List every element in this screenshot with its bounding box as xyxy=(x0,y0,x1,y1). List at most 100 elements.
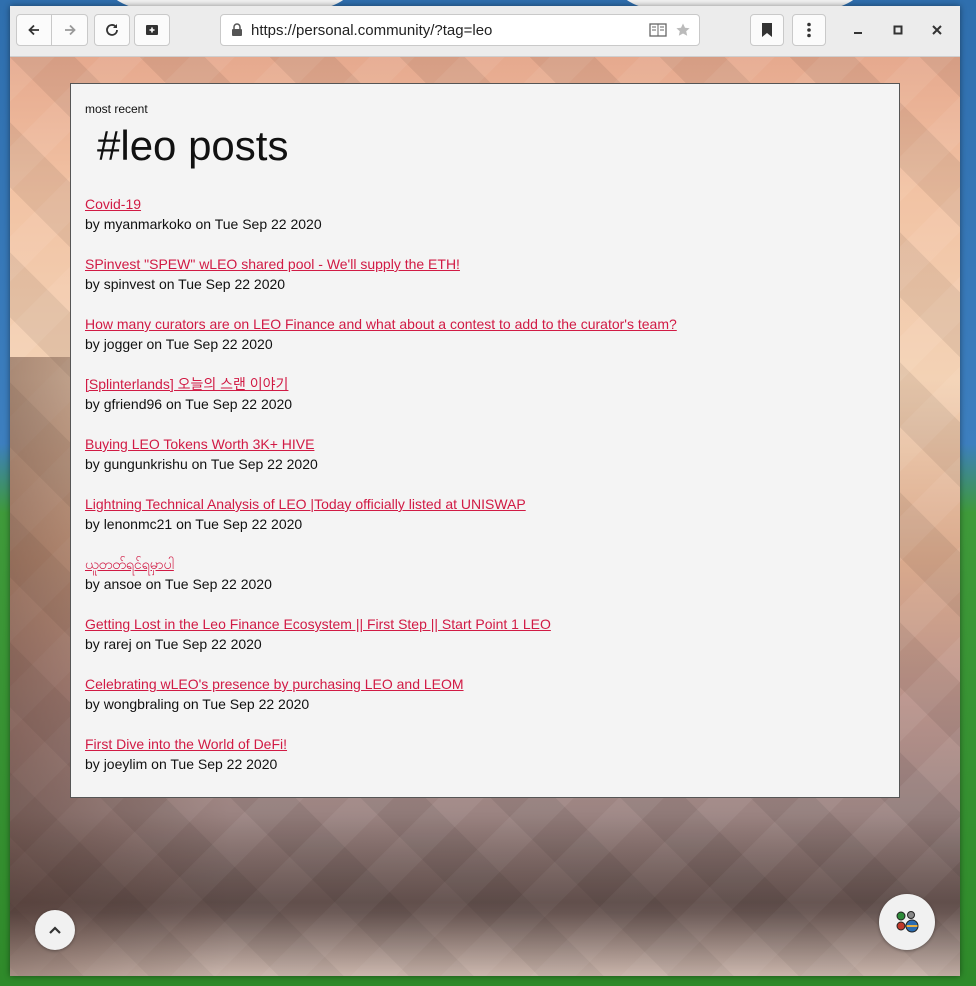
by-label: by xyxy=(85,456,100,472)
by-label: by xyxy=(85,756,100,772)
post-author: gfriend96 xyxy=(103,396,163,412)
post-author: gungunkrishu xyxy=(103,456,188,472)
post-title-link[interactable]: First Dive into the World of DeFi! xyxy=(85,734,287,754)
post-meta: by spinvest on Tue Sep 22 2020 xyxy=(85,274,885,294)
forward-button[interactable] xyxy=(52,14,88,46)
post-list: Covid-19 by myanmarkoko on Tue Sep 22 20… xyxy=(85,194,885,774)
post-title-link[interactable]: [Splinterlands] 오늘의 스랜 이야기 xyxy=(85,374,288,394)
list-item: ယူတတ်ရင်ရမှာပါ by ansoe on Tue Sep 22 20… xyxy=(85,554,885,594)
post-author: lenonmc21 xyxy=(103,516,173,532)
on-label: on xyxy=(135,636,152,652)
by-label: by xyxy=(85,276,100,292)
app-launcher-button[interactable] xyxy=(879,894,935,950)
post-author: jogger xyxy=(103,336,143,352)
lock-icon xyxy=(232,23,242,36)
post-title-link[interactable]: SPinvest "SPEW" wLEO shared pool - We'll… xyxy=(85,254,460,274)
minimize-button[interactable] xyxy=(846,18,870,42)
post-meta: by ansoe on Tue Sep 22 2020 xyxy=(85,574,885,594)
post-title-link[interactable]: Celebrating wLEO's presence by purchasin… xyxy=(85,674,464,694)
list-item: Celebrating wLEO's presence by purchasin… xyxy=(85,674,885,714)
close-button[interactable] xyxy=(925,18,949,42)
browser-window: https://personal.community/?tag=leo most… xyxy=(10,6,960,976)
post-date: Tue Sep 22 2020 xyxy=(214,216,322,232)
post-meta: by rarej on Tue Sep 22 2020 xyxy=(85,634,885,654)
post-title-link[interactable]: How many curators are on LEO Finance and… xyxy=(85,314,677,334)
post-author: ansoe xyxy=(103,576,142,592)
on-label: on xyxy=(191,456,208,472)
on-label: on xyxy=(158,276,175,292)
post-author: wongbraling xyxy=(103,696,180,712)
menu-button[interactable] xyxy=(792,14,826,46)
list-item: [Splinterlands] 오늘의 스랜 이야기 by gfriend96 … xyxy=(85,374,885,414)
page-subtitle: most recent xyxy=(85,102,148,116)
post-meta: by gungunkrishu on Tue Sep 22 2020 xyxy=(85,454,885,474)
app-logo-icon xyxy=(896,911,919,933)
post-title-link[interactable]: Getting Lost in the Leo Finance Ecosyste… xyxy=(85,614,551,634)
close-icon xyxy=(932,25,942,35)
on-label: on xyxy=(145,576,162,592)
post-date: Tue Sep 22 2020 xyxy=(185,396,293,412)
posts-card: most recent #leo posts Covid-19 by myanm… xyxy=(70,83,900,798)
on-label: on xyxy=(151,756,167,772)
list-item: SPinvest "SPEW" wLEO shared pool - We'll… xyxy=(85,254,885,294)
kebab-menu-icon xyxy=(807,22,811,38)
by-label: by xyxy=(85,636,100,652)
post-author: spinvest xyxy=(103,276,156,292)
post-title-link[interactable]: Lightning Technical Analysis of LEO |Tod… xyxy=(85,494,526,514)
post-title-link[interactable]: Covid-19 xyxy=(85,194,141,214)
post-date: Tue Sep 22 2020 xyxy=(178,276,286,292)
reload-button[interactable] xyxy=(94,14,130,46)
post-date: Tue Sep 22 2020 xyxy=(210,456,318,472)
post-author: joeylim xyxy=(103,756,148,772)
maximize-button[interactable] xyxy=(886,18,910,42)
reload-icon xyxy=(106,24,118,36)
bookmark-icon xyxy=(762,23,772,37)
on-label: on xyxy=(195,216,212,232)
by-label: by xyxy=(85,216,100,232)
post-date: Tue Sep 22 2020 xyxy=(170,756,278,772)
arrow-right-icon xyxy=(64,24,76,36)
minimize-icon xyxy=(854,32,862,34)
post-date: Tue Sep 22 2020 xyxy=(164,576,272,592)
background-shade xyxy=(10,817,960,976)
url-text[interactable]: https://personal.community/?tag=leo xyxy=(251,22,492,39)
new-tab-button[interactable] xyxy=(134,14,170,46)
post-meta: by gfriend96 on Tue Sep 22 2020 xyxy=(85,394,885,414)
post-date: Tue Sep 22 2020 xyxy=(165,336,273,352)
page-title: #leo posts xyxy=(97,122,289,169)
post-date: Tue Sep 22 2020 xyxy=(202,696,310,712)
add-tab-icon xyxy=(146,25,158,35)
list-item: Covid-19 by myanmarkoko on Tue Sep 22 20… xyxy=(85,194,885,234)
post-title-link[interactable]: ယူတတ်ရင်ရမှာပါ xyxy=(85,554,174,574)
on-label: on xyxy=(183,696,199,712)
browser-toolbar: https://personal.community/?tag=leo xyxy=(10,6,960,57)
on-label: on xyxy=(146,336,163,352)
arrow-left-icon xyxy=(28,24,39,36)
post-meta: by lenonmc21 on Tue Sep 22 2020 xyxy=(85,514,885,534)
list-item: How many curators are on LEO Finance and… xyxy=(85,314,885,354)
post-author: myanmarkoko xyxy=(103,216,192,232)
post-meta: by jogger on Tue Sep 22 2020 xyxy=(85,334,885,354)
on-label: on xyxy=(176,516,192,532)
by-label: by xyxy=(85,336,100,352)
post-title-link[interactable]: Buying LEO Tokens Worth 3K+ HIVE xyxy=(85,434,314,454)
history-nav-group xyxy=(16,14,88,46)
bookmarks-button[interactable] xyxy=(750,14,784,46)
scroll-to-top-button[interactable] xyxy=(35,910,75,950)
reader-mode-icon[interactable] xyxy=(649,23,667,37)
list-item: Getting Lost in the Leo Finance Ecosyste… xyxy=(85,614,885,654)
post-meta: by joeylim on Tue Sep 22 2020 xyxy=(85,754,885,774)
list-item: Buying LEO Tokens Worth 3K+ HIVE by gung… xyxy=(85,434,885,474)
post-author: rarej xyxy=(103,636,132,652)
by-label: by xyxy=(85,396,100,412)
maximize-icon xyxy=(893,25,903,35)
page-viewport: most recent #leo posts Covid-19 by myanm… xyxy=(10,57,960,976)
post-meta: by wongbraling on Tue Sep 22 2020 xyxy=(85,694,885,714)
back-button[interactable] xyxy=(16,14,52,46)
post-date: Tue Sep 22 2020 xyxy=(154,636,262,652)
post-date: Tue Sep 22 2020 xyxy=(195,516,303,532)
by-label: by xyxy=(85,696,100,712)
address-bar[interactable]: https://personal.community/?tag=leo xyxy=(220,14,700,46)
star-icon[interactable] xyxy=(675,22,691,38)
chevron-up-icon xyxy=(49,926,61,934)
